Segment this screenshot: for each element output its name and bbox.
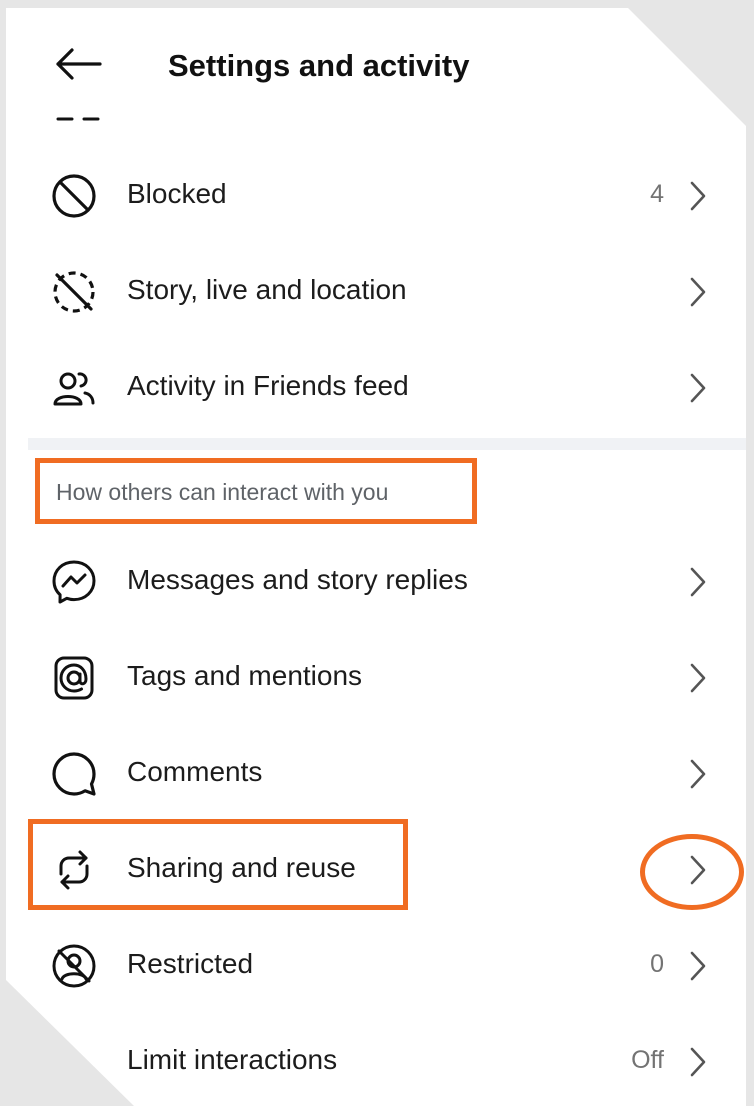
blocked-count: 4	[650, 180, 664, 208]
row-label: Sharing and reuse	[127, 852, 356, 883]
chevron-right-icon[interactable]	[688, 854, 708, 886]
story-off-icon	[50, 268, 98, 316]
row-label: Restricted	[127, 948, 254, 979]
chevron-right-icon	[688, 758, 708, 790]
settings-row-blocked[interactable]: Blocked 4	[6, 148, 746, 244]
row-label: Blocked	[127, 178, 227, 209]
settings-screen: Settings and activity Blocked 4 Story, l…	[6, 8, 746, 1106]
partial-icon	[56, 117, 100, 121]
friends-icon	[50, 364, 98, 412]
restricted-icon	[50, 942, 98, 990]
limit-status: Off	[631, 1046, 664, 1074]
settings-row-messages-story-replies[interactable]: Messages and story replies	[6, 534, 746, 630]
chevron-right-icon	[688, 662, 708, 694]
row-label: Comments	[127, 756, 263, 787]
row-label: Messages and story replies	[127, 564, 468, 595]
repost-icon	[50, 846, 98, 894]
page-title: Settings and activity	[168, 48, 470, 83]
section-title: How others can interact with you	[56, 479, 389, 505]
settings-row-story-live-location[interactable]: Story, live and location	[6, 244, 746, 340]
chevron-right-icon	[688, 276, 708, 308]
messenger-icon	[50, 558, 98, 606]
top-bar: Settings and activity	[6, 30, 746, 100]
chevron-right-icon	[688, 1046, 708, 1078]
row-label: Activity in Friends feed	[127, 370, 409, 401]
chevron-right-icon	[688, 566, 708, 598]
chevron-right-icon	[688, 950, 708, 982]
comment-icon	[50, 750, 98, 798]
row-label: Limit interactions	[127, 1044, 338, 1075]
blocked-icon	[50, 172, 98, 220]
row-label: Story, live and location	[127, 274, 407, 305]
chevron-right-icon	[688, 372, 708, 404]
settings-row-restricted[interactable]: Restricted 0	[6, 918, 746, 1014]
restricted-count: 0	[650, 950, 664, 978]
settings-row-limit-interactions[interactable]: Limit interactions Off	[6, 1014, 746, 1106]
at-sign-icon	[50, 654, 98, 702]
row-label: Tags and mentions	[127, 660, 363, 691]
settings-row-tags-mentions[interactable]: Tags and mentions	[6, 630, 746, 726]
section-divider	[28, 438, 746, 450]
settings-row-sharing-reuse[interactable]: Sharing and reuse	[6, 822, 746, 918]
settings-row-activity-friends-feed[interactable]: Activity in Friends feed	[6, 340, 746, 436]
settings-row-comments[interactable]: Comments	[6, 726, 746, 822]
back-arrow-icon[interactable]	[54, 47, 102, 81]
chevron-right-icon	[688, 180, 708, 212]
